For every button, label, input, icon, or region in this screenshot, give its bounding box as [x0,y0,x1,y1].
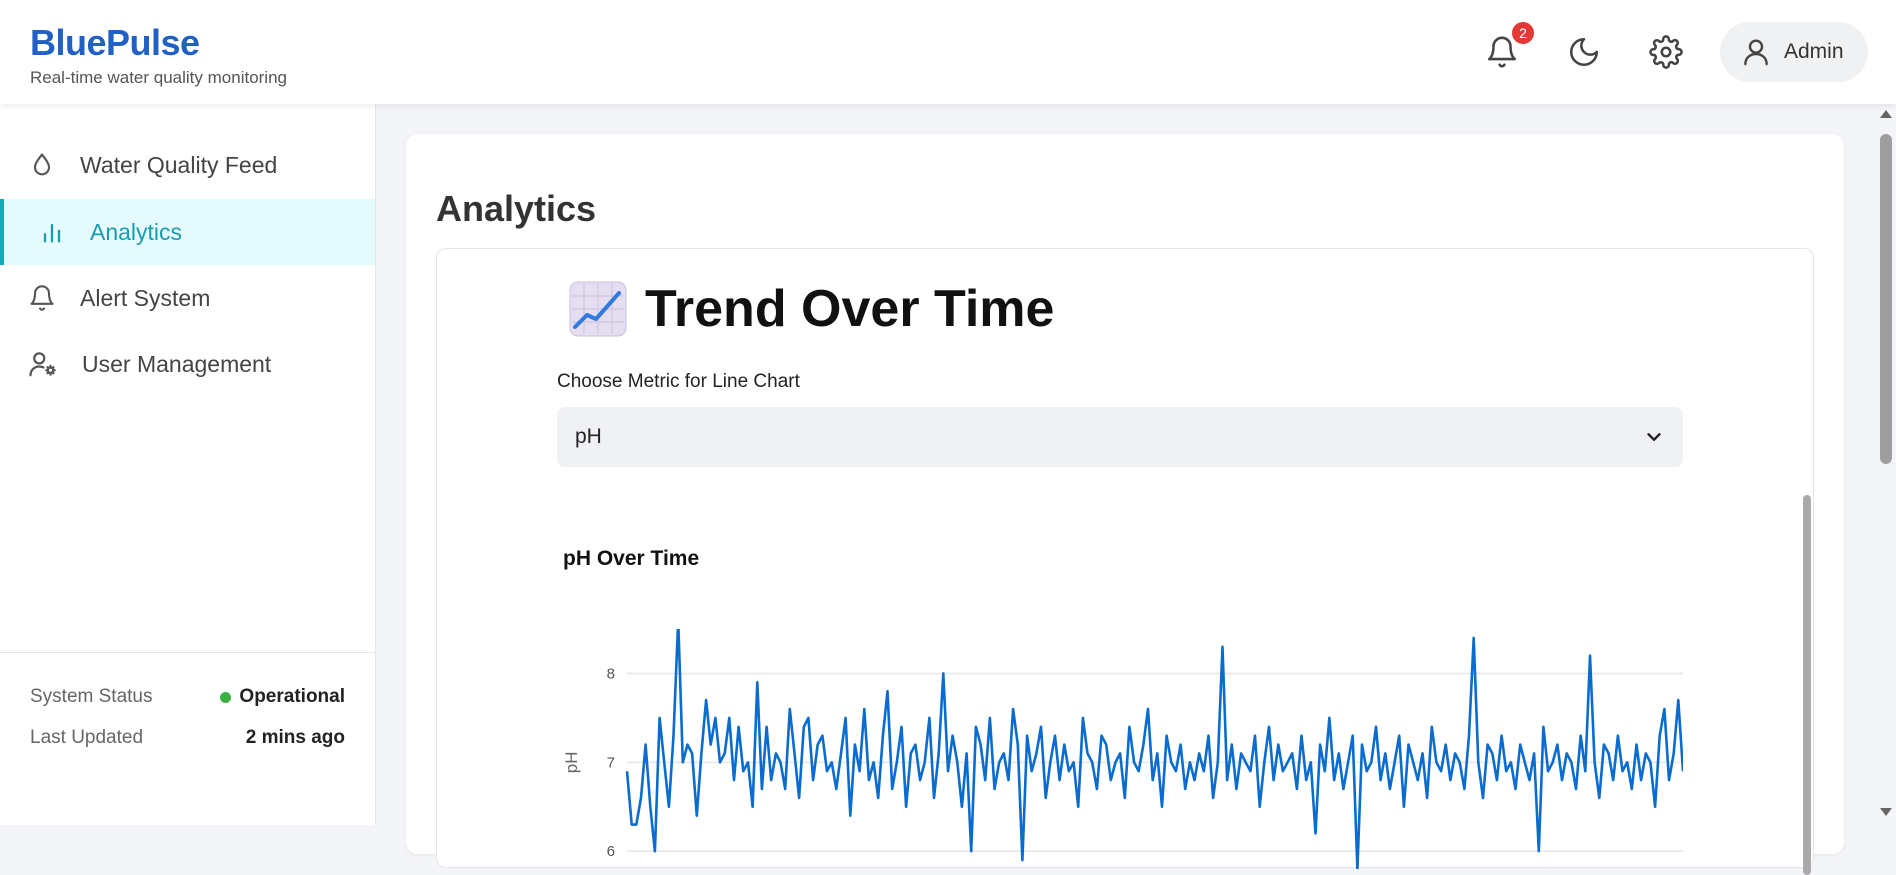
sidebar-divider [0,652,375,653]
top-header: BluePulse Real-time water quality monito… [0,0,1896,104]
sidebar-item-label: Alert System [80,284,211,311]
system-status-value: Operational [220,686,345,708]
notification-badge: 2 [1510,20,1536,46]
gear-icon [1649,35,1683,69]
y-tick-label: 8 [607,665,615,682]
ph-line-chart[interactable]: 6 7 8 pH [557,629,1683,869]
system-status-row: System Status Operational [30,686,345,708]
sidebar-item-analytics[interactable]: Analytics [0,199,375,265]
sidebar-item-water-quality-feed[interactable]: Water Quality Feed [0,132,375,198]
chart-increasing-icon [569,281,627,337]
metric-select-label: Choose Metric for Line Chart [557,371,800,392]
sidebar-item-user-management[interactable]: User Management [0,331,375,397]
brand-name[interactable]: BluePulse [30,22,287,64]
last-updated-label: Last Updated [30,727,144,748]
sidebar-item-label: Analytics [90,218,183,245]
user-icon [1744,39,1768,66]
system-status-text: Operational [239,686,345,707]
page-title: Analytics [436,188,597,229]
trend-heading-text: Trend Over Time [645,280,1055,338]
page-scrollbar[interactable] [1876,104,1896,825]
user-menu-button[interactable]: Admin [1720,22,1868,82]
bar-chart-icon [43,223,61,243]
scrollbar-thumb[interactable] [1880,134,1892,464]
theme-toggle-button[interactable] [1562,30,1606,74]
notifications-button[interactable]: 2 [1480,20,1536,74]
bell-icon [30,285,54,311]
sidebar-item-label: User Management [82,350,272,377]
scroll-up-arrow-icon[interactable] [1880,110,1892,118]
user-gear-icon [29,352,56,377]
chevron-down-icon [1647,433,1661,441]
brand: BluePulse Real-time water quality monito… [30,22,287,88]
user-name: Admin [1784,40,1844,63]
system-status-label: System Status [30,686,153,707]
settings-button[interactable] [1644,30,1688,74]
trend-panel: Trend Over Time Choose Metric for Line C… [436,248,1814,875]
status-dot-icon [220,691,232,703]
sidebar-item-alert-system[interactable]: Alert System [0,265,375,331]
chart-title: pH Over Time [563,547,700,570]
last-updated-row: Last Updated 2 mins ago [30,727,345,749]
series-line[interactable] [625,629,1683,869]
last-updated-value: 2 mins ago [245,727,345,748]
main-card: Analytics Trend Over Time Choose Metric … [406,134,1844,875]
moon-icon [1569,37,1599,67]
y-tick-label: 7 [607,754,615,771]
sidebar: Water Quality Feed Analytics Alert Syste… [0,104,376,825]
droplet-icon [33,153,51,176]
y-tick-label: 6 [607,843,615,860]
brand-tagline: Real-time water quality monitoring [30,68,287,87]
panel-scrollbar[interactable] [1803,495,1811,875]
trend-heading: Trend Over Time [569,279,1054,339]
y-axis-label: pH [562,751,581,773]
scroll-down-arrow-icon[interactable] [1880,808,1892,816]
sidebar-item-label: Water Quality Feed [80,151,278,178]
metric-select-value: pH [575,425,602,448]
metric-select[interactable]: pH [557,407,1683,467]
